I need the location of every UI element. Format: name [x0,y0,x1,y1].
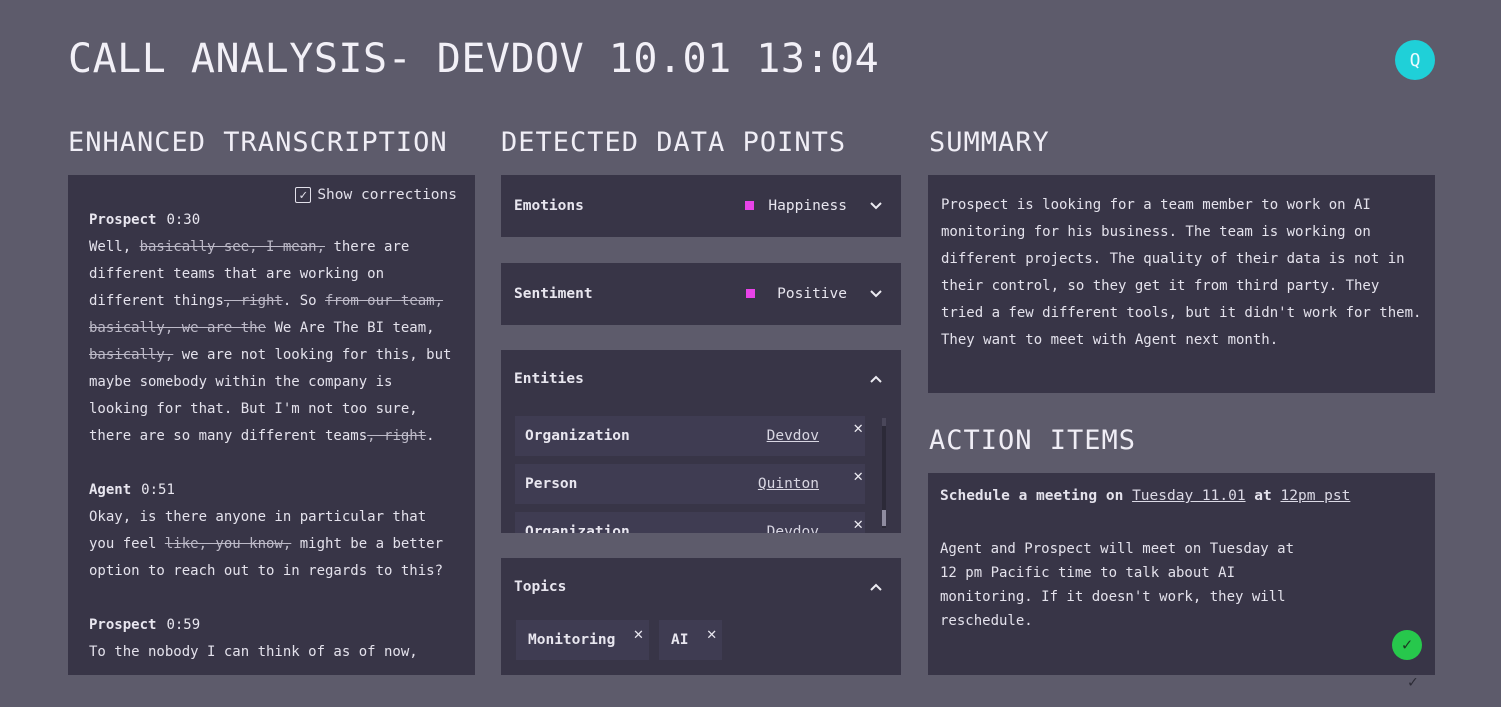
speaker-line: Agent 0:51 [89,477,457,504]
entities-header[interactable]: Entities [501,350,901,408]
entities-card: Entities Organization Devdov ✕ Person Qu… [501,350,901,533]
action-item-time-link[interactable]: 12pm pst [1281,488,1351,504]
chevron-down-icon[interactable] [869,201,883,210]
speaker-line: Prospect 0:30 [89,207,457,234]
checkbox-icon[interactable]: ✓ [295,187,312,203]
action-item-prefix: Schedule a meeting on [940,488,1124,504]
utterance-fragment: To the nobody I can think of as of now, [89,644,418,660]
action-item-card: Schedule a meeting on Tuesday 11.01 at 1… [928,473,1435,675]
entities-label: Entities [514,371,584,387]
entity-row: Person Quinton ✕ [515,464,865,504]
speaker-name: Agent [89,482,132,498]
speaker-name: Prospect [89,617,157,633]
emotion-value: Happiness [768,197,847,214]
emotions-label: Emotions [514,197,584,214]
check-icon[interactable]: ✓ [1408,672,1418,691]
transcript-block: Prospect 0:30 Well, basically see, I mean,… [89,207,457,450]
chevron-up-icon[interactable] [869,583,883,591]
chevron-up-icon[interactable] [869,375,883,383]
topics-card: Topics Monitoring ✕ AI ✕ [501,558,901,675]
close-icon[interactable]: ✕ [853,418,863,437]
scrollbar-thumb[interactable] [882,510,886,526]
entity-type: Organization [525,428,630,444]
topics-label: Topics [514,579,567,595]
close-icon[interactable]: ✕ [853,514,863,533]
utterance-timestamp[interactable]: 0:30 [166,212,200,228]
entity-value-link[interactable]: Quinton [758,476,819,492]
action-item-description: Agent and Prospect will meet on Tuesday … [940,541,1295,629]
utterance-fragment: . So [282,293,326,309]
utterance-fragment: . [426,428,435,444]
sentiment-card: Sentiment Positive [501,263,901,325]
utterance-text: Well, basically see, I mean, there are d… [89,234,457,450]
entity-type: Organization [525,524,630,533]
summary-title: SUMMARY [929,127,1050,158]
action-item-heading: Schedule a meeting on Tuesday 11.01 at 1… [940,488,1423,504]
utterance-text: Okay, is there anyone in particular that… [89,504,457,585]
topic-chip: AI ✕ [659,620,723,660]
close-icon[interactable]: ✕ [853,466,863,485]
sentiment-header[interactable]: Sentiment Positive [501,263,901,324]
speaker-name: Prospect [89,212,157,228]
topic-chip: Monitoring ✕ [516,620,650,660]
entity-row: Organization Devdov ✕ [515,512,865,533]
utterance-text: To the nobody I can think of as of now, [89,639,457,666]
check-circle-icon[interactable]: ✓ [1392,630,1422,660]
action-item-date-link[interactable]: Tuesday 11.01 [1132,488,1246,504]
sentiment-color-swatch [746,289,756,298]
removed-filler-text: basically, [89,347,174,363]
show-corrections-toggle[interactable]: ✓ Show corrections [89,185,457,205]
removed-filler-text: , right [223,293,283,309]
utterance-timestamp[interactable]: 0:51 [141,482,175,498]
data-points-title: DETECTED DATA POINTS [501,127,847,158]
summary-panel: Prospect is looking for a team member to… [928,175,1435,393]
close-icon[interactable]: ✕ [634,624,644,643]
transcript-block: Prospect 0:59 To the nobody I can think of… [89,612,457,666]
transcript-block: Agent 0:51 Okay, is there anyone in partic… [89,477,457,585]
summary-text: Prospect is looking for a team member to… [941,197,1422,348]
utterance-fragment: We Are The BI team, [266,320,435,336]
emotions-card: Emotions Happiness [501,175,901,237]
chevron-down-icon[interactable] [869,289,883,298]
removed-filler-text: , right [367,428,427,444]
action-item-at: at [1254,488,1272,504]
topic-label: AI [671,632,689,648]
entity-row: Organization Devdov ✕ [515,416,865,456]
emotion-color-swatch [745,201,755,210]
scroll-up-arrow[interactable] [882,418,886,426]
utterance-timestamp[interactable]: 0:59 [166,617,200,633]
transcript-list: Prospect 0:30 Well, basically see, I mean,… [89,207,457,666]
entity-type: Person [525,476,578,492]
action-items-title: ACTION ITEMS [929,425,1137,456]
emotions-header[interactable]: Emotions Happiness [501,175,901,236]
topics-header[interactable]: Topics [501,558,901,616]
transcription-title: ENHANCED TRANSCRIPTION [68,127,448,158]
removed-filler-text: basically see, I mean, [139,239,326,255]
show-corrections-label: Show corrections [317,186,457,203]
sentiment-label: Sentiment [514,285,593,302]
entity-value-link[interactable]: Devdov [767,524,819,533]
avatar[interactable]: Q [1395,40,1435,80]
speaker-line: Prospect 0:59 [89,612,457,639]
page-title: CALL ANALYSIS- DEVDOV 10.01 13:04 [68,36,880,82]
sentiment-value: Positive [777,285,847,302]
removed-filler-text: like, you know, [164,536,292,552]
entity-value-link[interactable]: Devdov [767,428,819,444]
transcription-panel: ✓ Show corrections Prospect 0:30 Well, bas… [68,175,475,675]
close-icon[interactable]: ✕ [707,624,717,643]
utterance-fragment: Well, [89,239,140,255]
topic-label: Monitoring [528,632,616,648]
